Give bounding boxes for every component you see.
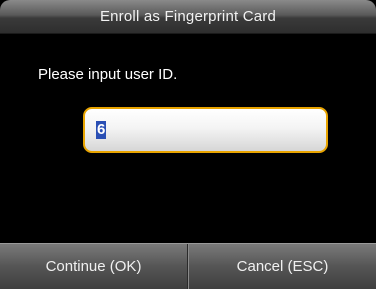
- user-id-input[interactable]: 6: [83, 107, 328, 153]
- enroll-screen: Enroll as Fingerprint Card Please input …: [0, 0, 376, 289]
- softkey-bar: Continue (OK) Cancel (ESC): [0, 243, 376, 289]
- user-id-value[interactable]: 6: [96, 121, 107, 139]
- screen-title: Enroll as Fingerprint Card: [99, 8, 277, 25]
- user-id-prompt: Please input user ID.: [38, 66, 178, 83]
- continue-button[interactable]: Continue (OK): [0, 244, 188, 289]
- title-bar: Enroll as Fingerprint Card: [0, 0, 376, 34]
- cancel-button[interactable]: Cancel (ESC): [188, 244, 376, 289]
